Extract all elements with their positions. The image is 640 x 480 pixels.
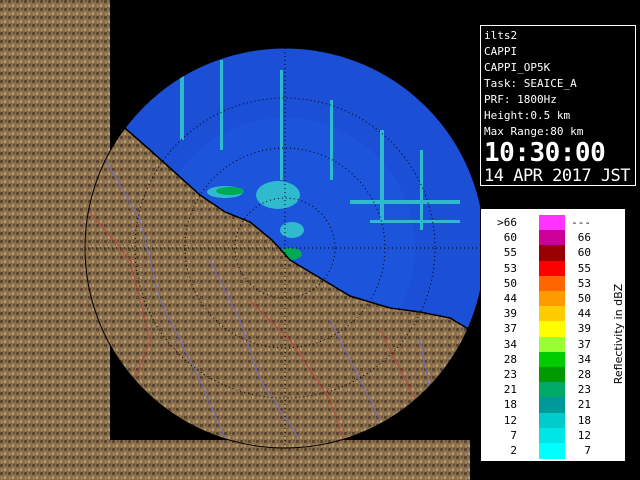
color-legend: >66 --- 60 66 55 60 53 55 50 53 44 50 39 44 37 39 34 37 28… bbox=[480, 208, 626, 462]
product-name: CAPPI_OP5K bbox=[484, 61, 551, 74]
legend-color-swatch bbox=[539, 260, 565, 277]
legend-row: 53 55 bbox=[481, 260, 591, 277]
legend-color-swatch bbox=[539, 351, 565, 368]
legend-color-swatch bbox=[539, 382, 565, 399]
legend-row: 39 44 bbox=[481, 306, 591, 323]
legend-upper-bound: 66 bbox=[577, 231, 591, 245]
date-label: 14 APR 2017 JST bbox=[484, 166, 631, 186]
legend-upper-bound: 23 bbox=[577, 383, 591, 397]
legend-upper-bound: 39 bbox=[577, 322, 591, 336]
product-type: CAPPI bbox=[484, 45, 518, 58]
legend-row: 60 66 bbox=[481, 230, 591, 247]
legend-lower-bound: 2 bbox=[510, 444, 517, 457]
legend-row: 55 60 bbox=[481, 245, 591, 262]
legend-upper-bound: 34 bbox=[577, 352, 591, 366]
legend-color-swatch bbox=[539, 306, 565, 323]
task-label: Task: SEAICE_A bbox=[484, 77, 577, 90]
legend-lower-bound: 53 bbox=[503, 261, 517, 275]
legend-row: 50 53 bbox=[481, 275, 591, 292]
legend-color-swatch bbox=[539, 367, 565, 383]
legend-upper-bound: 18 bbox=[577, 413, 591, 427]
legend-row: 12 18 bbox=[481, 412, 591, 429]
legend-row: 7 12 bbox=[481, 427, 591, 444]
legend-upper-bound: 28 bbox=[577, 368, 591, 381]
legend-lower-bound: >66 bbox=[497, 216, 517, 229]
legend-color-swatch bbox=[539, 291, 565, 307]
legend-upper-bound: 37 bbox=[577, 337, 591, 351]
legend-row: >66 --- bbox=[481, 215, 591, 231]
legend-row: 21 23 bbox=[481, 382, 591, 399]
site-name: ilts2 bbox=[484, 29, 518, 42]
legend-color-swatch bbox=[539, 215, 565, 231]
legend-lower-bound: 23 bbox=[503, 368, 517, 381]
legend-color-swatch bbox=[539, 230, 565, 247]
legend-row: 34 37 bbox=[481, 336, 591, 353]
legend-lower-bound: 37 bbox=[503, 322, 517, 336]
legend-upper-bound: 50 bbox=[577, 292, 591, 305]
legend-upper-bound: 53 bbox=[577, 276, 591, 290]
legend-color-swatch bbox=[539, 336, 565, 353]
legend-upper-bound: 60 bbox=[577, 246, 591, 260]
legend-upper-bound: 55 bbox=[577, 261, 591, 275]
time-label: 10:30:00 bbox=[484, 138, 606, 168]
legend-upper-bound: 7 bbox=[584, 444, 591, 457]
height-label: Height:0.5 km bbox=[484, 109, 571, 122]
legend-lower-bound: 21 bbox=[503, 383, 517, 397]
legend-row: 18 21 bbox=[481, 397, 591, 414]
legend-lower-bound: 60 bbox=[503, 231, 517, 245]
legend-lower-bound: 44 bbox=[503, 292, 517, 305]
legend-lower-bound: 18 bbox=[503, 398, 517, 412]
legend-color-swatch bbox=[539, 427, 565, 444]
legend-color-swatch bbox=[539, 275, 565, 292]
legend-title: Reflectivity in dBZ bbox=[612, 283, 625, 385]
legend-lower-bound: 50 bbox=[503, 276, 517, 290]
legend-color-swatch bbox=[539, 397, 565, 414]
legend-color-swatch bbox=[539, 412, 565, 429]
prf-label: PRF: 1800Hz bbox=[484, 93, 557, 106]
info-panel: ilts2 CAPPI CAPPI_OP5K Task: SEAICE_A PR… bbox=[480, 25, 636, 186]
legend-lower-bound: 34 bbox=[503, 337, 517, 351]
legend-color-swatch bbox=[539, 245, 565, 262]
legend-upper-bound: 21 bbox=[577, 398, 591, 412]
legend-lower-bound: 39 bbox=[503, 307, 517, 321]
legend-row: 44 50 bbox=[481, 291, 591, 307]
legend-upper-bound: 12 bbox=[577, 428, 591, 442]
legend-color-swatch bbox=[539, 443, 565, 459]
legend-lower-bound: 55 bbox=[503, 246, 517, 260]
legend-row: 23 28 bbox=[481, 367, 591, 383]
legend-upper-bound: 44 bbox=[577, 307, 591, 321]
legend-lower-bound: 28 bbox=[503, 352, 517, 366]
legend-upper-bound: --- bbox=[571, 216, 591, 229]
legend-lower-bound: 7 bbox=[510, 428, 517, 442]
legend-row: 37 39 bbox=[481, 321, 591, 338]
legend-row: 27 bbox=[481, 443, 591, 459]
legend-row: 28 34 bbox=[481, 351, 591, 368]
legend-lower-bound: 12 bbox=[503, 413, 517, 427]
legend-color-swatch bbox=[539, 321, 565, 338]
